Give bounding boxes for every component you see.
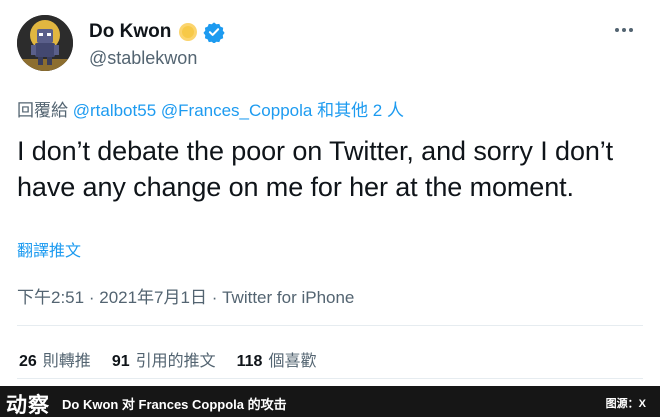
- retweets-label: 則轉推: [42, 353, 91, 370]
- tweet-source[interactable]: Twitter for iPhone: [222, 288, 354, 307]
- tweet-meta: 下午2:51 · 2021年7月1日 · Twitter for iPhone: [17, 283, 354, 308]
- retweets-count: 26: [19, 353, 37, 370]
- caption-banner: 动察 Do Kwon 对 Frances Coppola 的攻击 图源：X: [0, 386, 660, 417]
- quotes-stat[interactable]: 91 引用的推文: [112, 347, 216, 371]
- author-name[interactable]: Do Kwon: [89, 21, 171, 43]
- retweets-stat[interactable]: 26 則轉推: [19, 347, 91, 371]
- more-options-icon[interactable]: [612, 22, 636, 38]
- likes-count: 118: [236, 353, 263, 370]
- brand-logo: 动察: [6, 393, 50, 417]
- reply-context: 回覆給 @rtalbot55 @Frances_Coppola 和其他 2 人: [17, 96, 404, 121]
- engagement-stats: 26 則轉推 91 引用的推文 118 個喜歡: [19, 347, 316, 371]
- avatar[interactable]: [17, 15, 73, 71]
- verified-badge-icon: [203, 22, 225, 43]
- quotes-label: 引用的推文: [135, 353, 216, 370]
- tweet-card: Do Kwon @stablekwon 回覆給 @rtalbot55 @Fran…: [0, 0, 660, 386]
- likes-stat[interactable]: 118 個喜歡: [237, 347, 317, 371]
- mention-rtalbot55[interactable]: @rtalbot55: [73, 101, 156, 120]
- meta-separator: ·: [88, 288, 95, 307]
- divider: [17, 325, 643, 326]
- translate-tweet-link[interactable]: 翻譯推文: [17, 237, 81, 261]
- tweet-date[interactable]: 2021年7月1日: [99, 288, 207, 307]
- meta-separator: ·: [211, 288, 218, 307]
- quotes-count: 91: [111, 353, 130, 370]
- sun-emoji-icon: [179, 23, 198, 41]
- reply-prefix: 回覆給: [17, 101, 68, 120]
- divider: [17, 378, 643, 379]
- tweet-text: I don’t debate the poor on Twitter, and …: [17, 136, 614, 202]
- avatar-character: [17, 15, 73, 71]
- author-row: Do Kwon: [89, 18, 225, 46]
- mention-frances-coppola[interactable]: @Frances_Coppola: [161, 101, 312, 120]
- tweet-time[interactable]: 下午2:51: [17, 288, 84, 307]
- author-handle[interactable]: @stablekwon: [89, 48, 197, 69]
- image-credit: 图源：X: [605, 398, 646, 410]
- likes-label: 個喜歡: [268, 353, 317, 370]
- banner-title: Do Kwon 对 Frances Coppola 的攻击: [62, 397, 287, 412]
- mention-others[interactable]: 和其他 2 人: [317, 101, 404, 120]
